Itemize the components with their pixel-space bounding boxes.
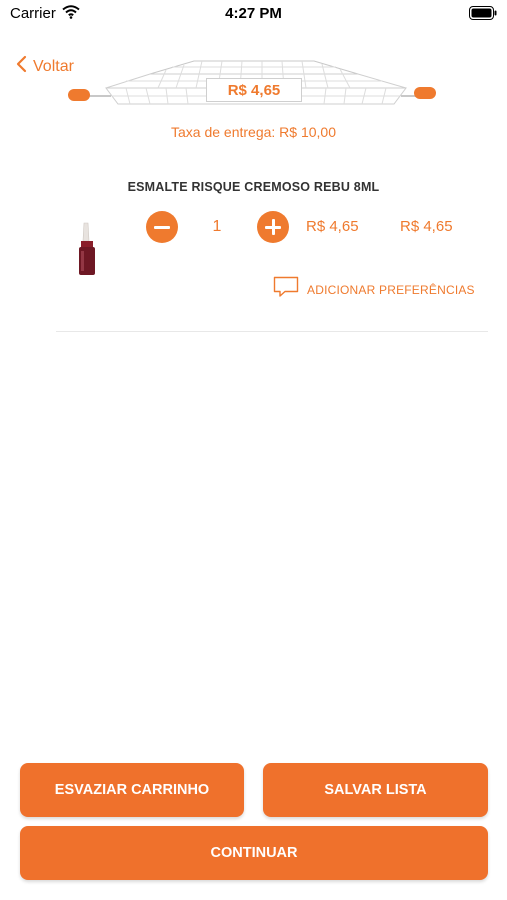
product-image	[76, 221, 98, 277]
add-preferences-button[interactable]: ADICIONAR PREFERÊNCIAS	[273, 276, 475, 303]
status-bar: Carrier 4:27 PM	[0, 0, 507, 28]
continue-button[interactable]: CONTINUAR	[20, 826, 488, 880]
minus-icon	[154, 225, 170, 229]
save-list-button[interactable]: SALVAR LISTA	[263, 763, 488, 817]
cart-total: R$ 4,65	[206, 78, 302, 102]
increase-quantity-button[interactable]	[257, 211, 289, 243]
unit-price: R$ 4,65	[306, 218, 359, 235]
empty-cart-button[interactable]: ESVAZIAR CARRINHO	[20, 763, 244, 817]
chevron-left-icon	[16, 55, 27, 78]
add-preferences-label: ADICIONAR PREFERÊNCIAS	[307, 282, 475, 297]
decrease-quantity-button[interactable]	[146, 211, 178, 243]
quantity-value: 1	[212, 218, 222, 235]
delivery-fee: Taxa de entrega: R$ 10,00	[170, 124, 336, 140]
item-divider	[56, 331, 488, 332]
item-total-price: R$ 4,65	[400, 218, 453, 235]
status-time: 4:27 PM	[225, 5, 282, 22]
comment-icon	[273, 276, 299, 303]
product-name: ESMALTE RISQUE CREMOSO REBU 8ML	[127, 180, 380, 194]
battery-icon	[469, 6, 497, 25]
